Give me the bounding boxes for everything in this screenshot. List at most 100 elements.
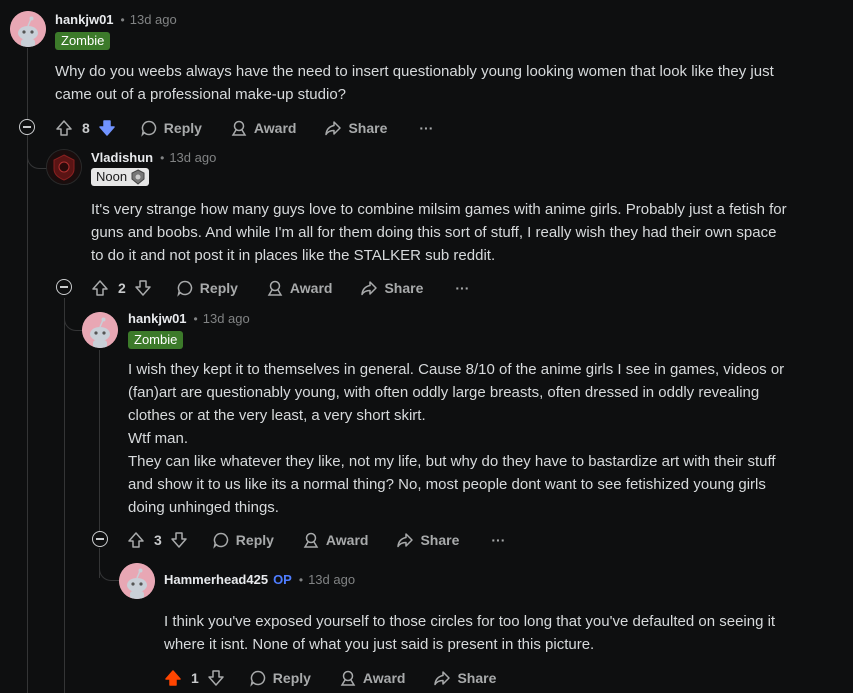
more-options-icon: ··· <box>455 280 470 296</box>
thread-line <box>64 298 65 693</box>
speech-bubble-icon <box>250 670 266 687</box>
avatar[interactable] <box>119 563 155 599</box>
award-button[interactable]: Award <box>339 669 406 687</box>
reply-button[interactable]: Reply <box>212 531 274 549</box>
avatar[interactable] <box>82 312 118 348</box>
comment-line: (fan)art are questionably young, with of… <box>128 384 760 401</box>
upvote-arrow-icon <box>128 532 144 548</box>
comment-actions: 1 Reply Award Share <box>164 667 496 689</box>
downvote-arrow-filled-icon <box>99 120 115 136</box>
share-button[interactable]: Share <box>324 119 387 137</box>
user-flair: Zombie <box>128 331 184 349</box>
timestamp[interactable]: 13d ago <box>203 311 250 326</box>
faction-emblem-icon <box>47 150 81 184</box>
award-label: Award <box>362 670 406 686</box>
award-label: Award <box>289 280 333 296</box>
share-label: Share <box>348 120 388 136</box>
comment-line: clothes or at the very least, a very sho… <box>128 407 426 424</box>
comment-meta: Vladishun • 13d ago <box>91 150 216 165</box>
more-options-icon: ··· <box>419 120 434 136</box>
award-button[interactable]: Award <box>266 279 333 297</box>
downvote-button[interactable] <box>170 531 188 549</box>
vote-count: 1 <box>191 670 199 686</box>
comment-line: came out of a professional make-up studi… <box>55 86 346 103</box>
comment-body: It's very strange how many guys love to … <box>91 198 787 267</box>
downvote-arrow-icon <box>208 670 224 686</box>
collapse-button[interactable] <box>19 119 35 135</box>
downvote-arrow-icon <box>171 532 187 548</box>
snoo-avatar-icon <box>82 312 118 348</box>
upvote-button[interactable] <box>55 119 73 137</box>
thread-branch <box>64 298 83 331</box>
comment-line: and show it to us like its a normal thin… <box>128 476 766 493</box>
award-label: Award <box>253 120 297 136</box>
share-label: Share <box>457 670 497 686</box>
share-button[interactable]: Share <box>433 669 496 687</box>
separator-dot: • <box>298 572 304 587</box>
share-arrow-icon <box>434 671 451 686</box>
comment-body: Why do you weebs always have the need to… <box>55 60 774 106</box>
timestamp[interactable]: 13d ago <box>308 572 355 587</box>
downvote-button[interactable] <box>134 279 152 297</box>
upvote-arrow-icon <box>56 120 72 136</box>
comment-line: Wtf man. <box>128 430 189 447</box>
avatar[interactable] <box>46 149 82 185</box>
more-options-button[interactable]: ··· <box>491 532 505 548</box>
reply-button[interactable]: Reply <box>249 669 311 687</box>
comment-meta: hankjw01 • 13d ago <box>128 311 250 326</box>
comment-line: doing unhinged things. <box>128 499 279 516</box>
upvote-arrow-filled-icon <box>165 670 181 686</box>
reply-button[interactable]: Reply <box>176 279 238 297</box>
username[interactable]: Hammerhead425 <box>164 572 268 587</box>
comment-body: I think you've exposed yourself to those… <box>164 610 775 656</box>
share-arrow-icon <box>361 281 378 296</box>
comment-meta: hankjw01 • 13d ago <box>55 12 177 27</box>
vote-count: 3 <box>154 532 162 548</box>
award-icon <box>303 532 319 548</box>
username[interactable]: Vladishun <box>91 150 153 165</box>
share-label: Share <box>420 532 460 548</box>
speech-bubble-icon <box>213 532 229 549</box>
more-options-button[interactable]: ··· <box>455 280 469 296</box>
downvote-arrow-icon <box>135 280 151 296</box>
award-button[interactable]: Award <box>230 119 297 137</box>
comment-line: to do it and not post it in places like … <box>91 247 496 264</box>
upvote-button[interactable] <box>164 669 182 687</box>
snoo-avatar-icon <box>10 11 46 47</box>
thread-branch <box>27 136 47 169</box>
comment-meta: Hammerhead425 OP • 13d ago <box>164 572 355 587</box>
award-button[interactable]: Award <box>302 531 369 549</box>
downvote-button[interactable] <box>98 119 116 137</box>
more-options-button[interactable]: ··· <box>419 120 433 136</box>
collapse-button[interactable] <box>92 531 108 547</box>
username[interactable]: hankjw01 <box>128 311 187 326</box>
comment-actions: 2 Reply Award Share ··· <box>91 277 469 299</box>
username[interactable]: hankjw01 <box>55 12 114 27</box>
separator-dot: • <box>193 311 198 326</box>
thread-branch <box>99 548 120 581</box>
vote-count: 2 <box>118 280 126 296</box>
reply-label: Reply <box>199 280 238 296</box>
comment-line: It's very strange how many guys love to … <box>91 201 787 218</box>
collapse-button[interactable] <box>56 279 72 295</box>
share-button[interactable]: Share <box>360 279 423 297</box>
award-icon <box>231 120 247 136</box>
share-label: Share <box>384 280 424 296</box>
reply-button[interactable]: Reply <box>140 119 202 137</box>
avatar[interactable] <box>10 11 46 47</box>
reply-label: Reply <box>235 532 274 548</box>
op-badge: OP <box>273 572 292 587</box>
user-flair: Zombie <box>55 32 111 50</box>
downvote-button[interactable] <box>207 669 225 687</box>
comment-line: I think you've exposed yourself to those… <box>164 613 776 630</box>
upvote-button[interactable] <box>127 531 145 549</box>
award-label: Award <box>325 532 369 548</box>
vote-count: 8 <box>82 120 90 136</box>
user-flair: Noon <box>91 168 150 186</box>
timestamp[interactable]: 13d ago <box>130 12 177 27</box>
comment-actions: 3 Reply Award Share ··· <box>127 529 505 551</box>
upvote-button[interactable] <box>91 279 109 297</box>
share-button[interactable]: Share <box>396 531 459 549</box>
timestamp[interactable]: 13d ago <box>169 150 216 165</box>
comment-line: Why do you weebs always have the need to… <box>55 63 774 80</box>
